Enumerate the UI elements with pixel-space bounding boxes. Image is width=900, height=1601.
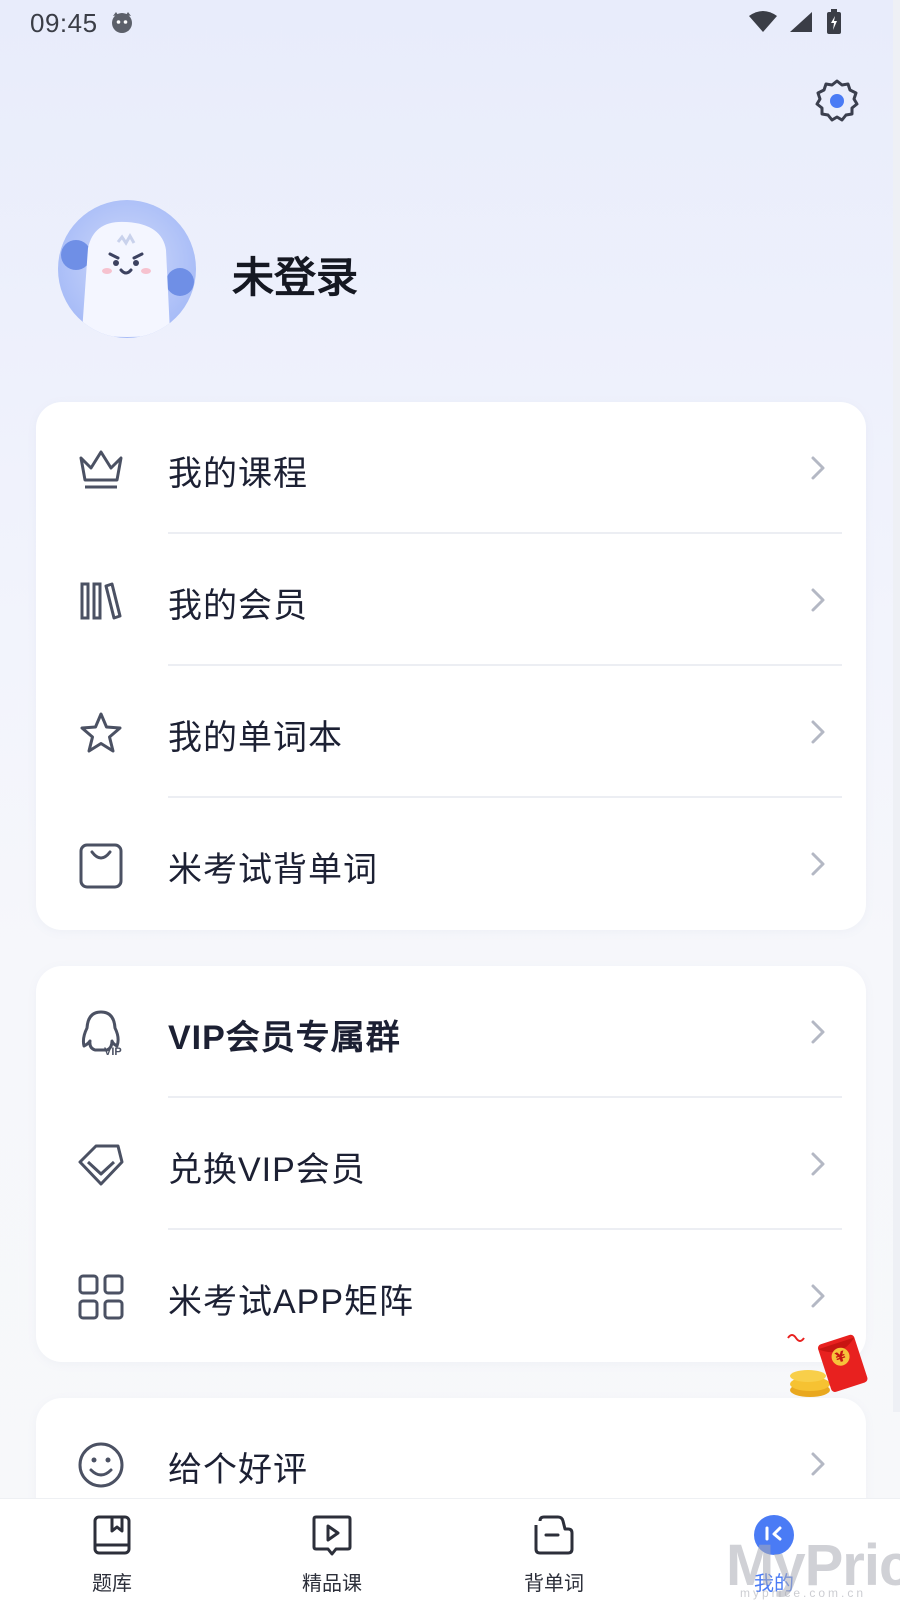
book-icon: [90, 1513, 134, 1557]
tab-label: 精品课: [302, 1573, 362, 1595]
menu-item-label: 我的课程: [168, 455, 308, 493]
menu-item-app-matrix[interactable]: 米考试APP矩阵: [36, 1230, 866, 1362]
tab-label: 题库: [92, 1573, 132, 1595]
chevron-right-icon: [808, 850, 828, 878]
settings-button[interactable]: [814, 78, 860, 124]
menu-item-my-courses[interactable]: 我的课程: [36, 402, 866, 534]
flashcard-icon: [532, 1513, 576, 1557]
battery-icon: [824, 8, 842, 41]
qq-vip-icon: VIP: [76, 1008, 126, 1058]
chevron-right-icon: [808, 1018, 828, 1046]
menu-item-my-wordbook[interactable]: 我的单词本: [36, 666, 866, 798]
video-icon: [310, 1513, 354, 1557]
books-icon: [76, 576, 126, 626]
username[interactable]: 未登录: [232, 244, 358, 305]
smiley-icon: [76, 1440, 126, 1490]
gear-icon: [815, 79, 859, 122]
status-time: 09:45: [30, 8, 98, 38]
diamond-icon: [76, 1140, 126, 1190]
star-icon: [76, 708, 126, 758]
mascot-icon: [61, 221, 194, 337]
menu-item-label: VIP会员专属群: [168, 1019, 401, 1057]
watermark-url: myprice.com.cn: [740, 1586, 867, 1600]
chevron-right-icon: [808, 1450, 828, 1478]
bag-icon: [76, 840, 126, 890]
chevron-right-icon: [808, 1150, 828, 1178]
menu-item-vip-group[interactable]: VIP VIP会员专属群: [36, 966, 866, 1098]
menu-card-primary: 我的课程 我的会员 我的单词本 米考试背单词: [36, 402, 866, 930]
menu-item-label: 我的单词本: [168, 719, 343, 757]
chevron-right-icon: [808, 718, 828, 746]
menu-item-redeem-vip[interactable]: 兑换VIP会员: [36, 1098, 866, 1230]
tab-premium-course[interactable]: 精品课: [272, 1499, 392, 1601]
tab-label: 背单词: [524, 1573, 584, 1595]
menu-item-label: 米考试背单词: [168, 851, 378, 889]
chevron-right-icon: [808, 586, 828, 614]
status-indicators: [748, 8, 842, 41]
menu-item-label: 米考试APP矩阵: [168, 1283, 415, 1321]
chevron-right-icon: [808, 454, 828, 482]
notification-cat-icon: [110, 10, 134, 39]
menu-item-label: 给个好评: [168, 1451, 308, 1489]
tab-vocabulary[interactable]: 背单词: [494, 1499, 614, 1601]
crown-icon: [76, 444, 126, 494]
menu-card-vip: VIP VIP会员专属群 兑换VIP会员 米考试APP矩阵: [36, 966, 866, 1362]
status-bar: 09:45: [0, 0, 900, 46]
red-envelope-promo[interactable]: ¥: [784, 1326, 876, 1404]
grid-icon: [76, 1272, 126, 1322]
menu-item-vocab-app[interactable]: 米考试背单词: [36, 798, 866, 930]
svg-text:VIP: VIP: [104, 1046, 122, 1058]
menu-item-my-membership[interactable]: 我的会员: [36, 534, 866, 666]
menu-item-label: 我的会员: [168, 587, 308, 625]
tab-question-bank[interactable]: 题库: [52, 1499, 172, 1601]
scrollbar[interactable]: [893, 0, 900, 1412]
wifi-icon: [748, 10, 778, 39]
red-envelope-icon: ¥: [787, 1334, 868, 1397]
avatar[interactable]: [58, 200, 196, 338]
chevron-right-icon: [808, 1282, 828, 1310]
menu-item-label: 兑换VIP会员: [168, 1151, 366, 1189]
signal-icon: [788, 10, 814, 39]
